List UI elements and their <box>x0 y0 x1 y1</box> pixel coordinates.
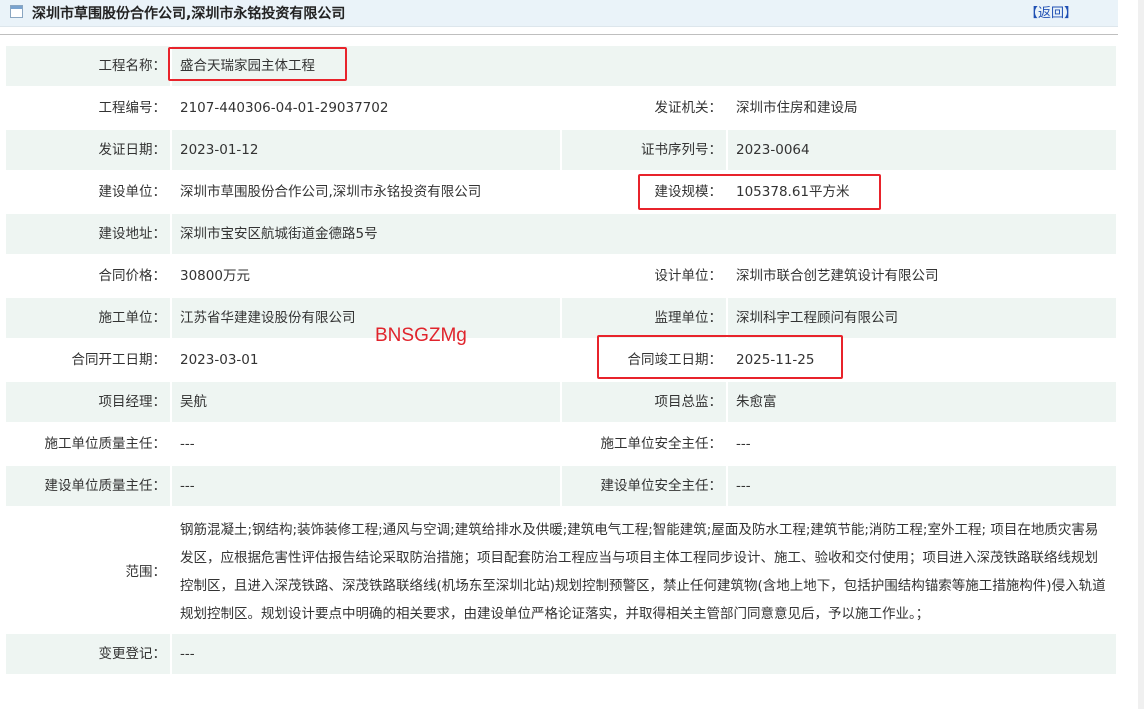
row-issue-date: 发证日期： 2023-01-12 证书序列号： 2023-0064 <box>6 130 1116 170</box>
supervision-unit-label: 监理单位： <box>654 310 723 326</box>
builder-safety-value: --- <box>736 478 751 494</box>
design-unit-label: 设计单位： <box>654 268 723 284</box>
highlight-box-project-name <box>168 47 347 81</box>
issue-date-value: 2023-01-12 <box>180 142 259 158</box>
row-address: 建设地址： 深圳市宝安区航城街道金德路5号 <box>6 214 1116 254</box>
constr-quality-label: 施工单位质量主任： <box>44 436 167 452</box>
row-builder-quality: 建设单位质量主任： --- 建设单位安全主任： --- <box>6 466 1116 506</box>
back-link[interactable]: 【返回】 <box>1025 2 1077 21</box>
highlight-box-scale <box>638 174 881 210</box>
row-change-record: 变更登记： --- <box>6 634 1116 674</box>
start-date-value: 2023-03-01 <box>180 352 259 368</box>
project-name-label: 工程名称： <box>98 58 167 74</box>
contract-price-value: 30800万元 <box>180 268 250 284</box>
project-manager-label: 项目经理： <box>98 394 167 410</box>
cert-serial-label: 证书序列号： <box>641 142 722 158</box>
scope-value: 钢筋混凝土;钢结构;装饰装修工程;通风与空调;建筑给排水及供暖;建筑电气工程;智… <box>180 522 1106 622</box>
scrollbar[interactable] <box>1138 0 1144 709</box>
project-manager-value: 吴航 <box>180 394 207 410</box>
divider <box>0 34 1118 35</box>
project-code-label: 工程编号： <box>98 100 167 116</box>
row-builder: 建设单位： 深圳市草围股份合作公司,深圳市永铭投资有限公司 建设规模： 1053… <box>6 172 1116 212</box>
project-code-value: 2107-440306-04-01-29037702 <box>180 100 389 116</box>
row-contract-price: 合同价格： 30800万元 设计单位： 深圳市联合创艺建筑设计有限公司 <box>6 256 1116 296</box>
highlight-box-end-date <box>597 335 843 379</box>
row-constr-quality: 施工单位质量主任： --- 施工单位安全主任： --- <box>6 424 1116 464</box>
address-value: 深圳市宝安区航城街道金德路5号 <box>180 226 378 242</box>
chief-supervisor-label: 项目总监： <box>654 394 723 410</box>
row-start-date: 合同开工日期： 2023-03-01 合同竣工日期： 2025-11-25 <box>6 340 1116 380</box>
page-header: 深圳市草围股份合作公司,深圳市永铭投资有限公司 【返回】 <box>0 0 1118 27</box>
chief-supervisor-value: 朱愈富 <box>736 394 777 410</box>
design-unit-value: 深圳市联合创艺建筑设计有限公司 <box>736 268 939 284</box>
issuer-value: 深圳市住房和建设局 <box>736 100 858 116</box>
change-record-value: --- <box>180 646 195 662</box>
window-icon <box>10 5 23 18</box>
issue-date-label: 发证日期： <box>98 142 167 158</box>
constr-safety-value: --- <box>736 436 751 452</box>
builder-quality-value: --- <box>180 478 195 494</box>
row-construction-unit: 施工单位： 江苏省华建建设股份有限公司 监理单位： 深圳科宇工程顾问有限公司 <box>6 298 1116 338</box>
construction-unit-label: 施工单位： <box>98 310 167 326</box>
constr-safety-label: 施工单位安全主任： <box>600 436 723 452</box>
builder-quality-label: 建设单位质量主任： <box>44 478 167 494</box>
issuer-label: 发证机关： <box>654 100 723 116</box>
row-scope: 范围： 钢筋混凝土;钢结构;装饰装修工程;通风与空调;建筑给排水及供暖;建筑电气… <box>6 508 1116 632</box>
scope-label: 范围： <box>125 564 167 580</box>
construction-unit-value: 江苏省华建建设股份有限公司 <box>180 310 356 326</box>
page-title: 深圳市草围股份合作公司,深圳市永铭投资有限公司 <box>32 6 346 22</box>
row-project-code: 工程编号： 2107-440306-04-01-29037702 发证机关： 深… <box>6 88 1116 128</box>
builder-label: 建设单位： <box>98 184 167 200</box>
constr-quality-value: --- <box>180 436 195 452</box>
supervision-unit-value: 深圳科宇工程顾问有限公司 <box>736 310 898 326</box>
row-project-manager: 项目经理： 吴航 项目总监： 朱愈富 <box>6 382 1116 422</box>
builder-value: 深圳市草围股份合作公司,深圳市永铭投资有限公司 <box>180 184 482 200</box>
watermark-text: BNSGZMg <box>375 325 467 346</box>
contract-price-label: 合同价格： <box>98 268 167 284</box>
start-date-label: 合同开工日期： <box>71 352 167 368</box>
cert-serial-value: 2023-0064 <box>736 142 810 158</box>
change-record-label: 变更登记： <box>98 646 167 662</box>
builder-safety-label: 建设单位安全主任： <box>600 478 723 494</box>
address-label: 建设地址： <box>98 226 167 242</box>
